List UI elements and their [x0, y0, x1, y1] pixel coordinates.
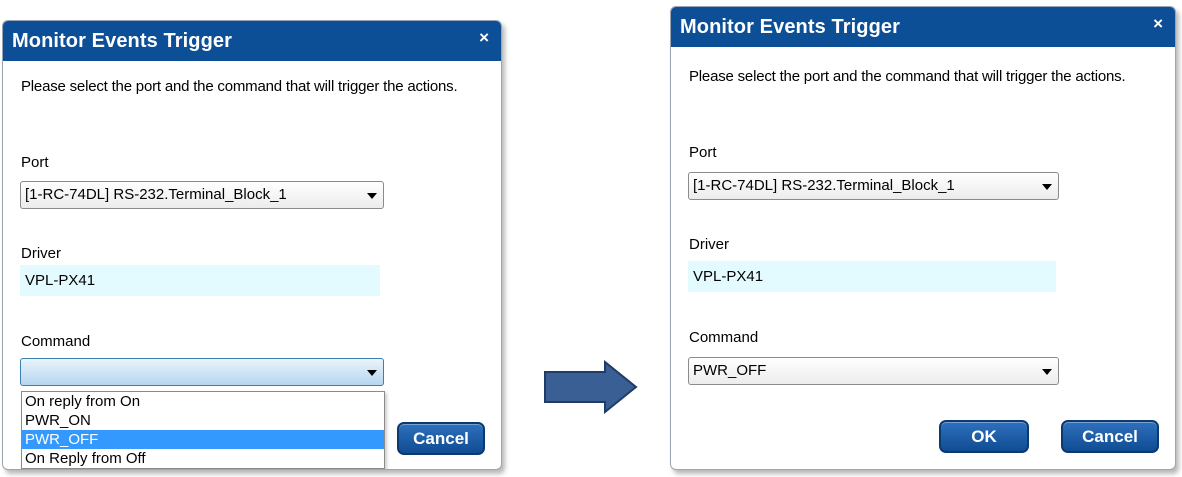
dialog-description: Please select the port and the command t…	[21, 78, 458, 95]
chevron-down-icon	[367, 193, 377, 199]
dropdown-option[interactable]: PWR_ON	[22, 411, 384, 430]
port-label: Port	[689, 144, 717, 161]
port-select-value: [1-RC-74DL] RS-232.Terminal_Block_1	[693, 177, 955, 194]
dialog-titlebar: Monitor Events Trigger ×	[3, 21, 501, 61]
dialog-description: Please select the port and the command t…	[689, 68, 1126, 85]
dialog-title: Monitor Events Trigger	[680, 16, 901, 38]
driver-field: VPL-PX41	[688, 261, 1056, 292]
dialog-title: Monitor Events Trigger	[12, 30, 233, 52]
chevron-down-icon	[1042, 369, 1052, 375]
driver-value: VPL-PX41	[693, 268, 764, 285]
dropdown-option-highlighted[interactable]: PWR_OFF	[22, 430, 384, 449]
monitor-events-dialog-before: Monitor Events Trigger × Please select t…	[2, 20, 502, 470]
chevron-down-icon	[367, 370, 377, 376]
port-select-value: [1-RC-74DL] RS-232.Terminal_Block_1	[25, 186, 287, 203]
driver-label: Driver	[689, 236, 729, 253]
close-icon[interactable]: ×	[479, 28, 489, 48]
dialog-titlebar: Monitor Events Trigger ×	[671, 7, 1175, 47]
command-label: Command	[689, 329, 759, 346]
right-arrow-icon	[544, 360, 638, 414]
command-label: Command	[21, 333, 91, 350]
command-select-value: PWR_OFF	[693, 362, 767, 379]
port-select[interactable]: [1-RC-74DL] RS-232.Terminal_Block_1	[688, 172, 1059, 200]
screenshot-stage: Monitor Events Trigger × Please select t…	[0, 0, 1182, 477]
close-icon[interactable]: ×	[1153, 14, 1163, 34]
chevron-down-icon	[1042, 184, 1052, 190]
driver-value: VPL-PX41	[25, 272, 96, 289]
driver-label: Driver	[21, 245, 61, 262]
cancel-button[interactable]: Cancel	[397, 422, 485, 455]
command-dropdown-list: On reply from On PWR_ON PWR_OFF On Reply…	[21, 391, 385, 469]
command-select[interactable]	[20, 358, 384, 386]
cancel-button[interactable]: Cancel	[1061, 420, 1159, 453]
dropdown-option[interactable]: On reply from On	[22, 392, 384, 411]
port-label: Port	[21, 154, 49, 171]
ok-button[interactable]: OK	[939, 420, 1029, 453]
port-select[interactable]: [1-RC-74DL] RS-232.Terminal_Block_1	[20, 181, 384, 209]
driver-field: VPL-PX41	[20, 265, 380, 296]
dropdown-option[interactable]: On Reply from Off	[22, 449, 384, 468]
command-select[interactable]: PWR_OFF	[688, 357, 1059, 385]
monitor-events-dialog-after: Monitor Events Trigger × Please select t…	[670, 6, 1176, 470]
